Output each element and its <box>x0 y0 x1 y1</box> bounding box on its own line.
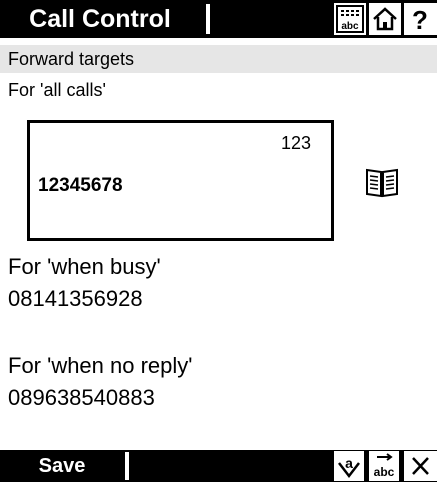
all-calls-label: For 'all calls' <box>8 80 106 100</box>
svg-text:abc: abc <box>341 21 359 32</box>
keyboard-abc-icon[interactable]: abc <box>334 3 366 35</box>
when-busy-label: For 'when busy' <box>8 254 161 279</box>
softkey-bar: Save a abc <box>0 450 437 482</box>
text-edit-icon[interactable]: abc <box>369 451 399 481</box>
close-icon[interactable] <box>404 451 437 481</box>
home-icon[interactable] <box>369 3 401 35</box>
svg-text:a: a <box>345 455 353 471</box>
save-button[interactable]: Save <box>0 450 124 482</box>
input-mode-indicator: 123 <box>280 133 311 153</box>
page-title: Call Control <box>0 0 200 38</box>
all-calls-number-field[interactable]: 123 12345678 <box>27 120 334 241</box>
section-header: Forward targets <box>0 45 437 73</box>
softkey-divider <box>125 452 129 480</box>
mark-icon[interactable]: a <box>334 451 364 481</box>
when-busy-number[interactable]: 08141356928 <box>8 286 143 312</box>
svg-text:abc: abc <box>374 465 395 479</box>
all-calls-number-value: 12345678 <box>38 175 123 196</box>
when-no-reply-label: For 'when no reply' <box>8 353 193 378</box>
when-no-reply-number[interactable]: 089638540883 <box>8 385 155 411</box>
title-divider <box>206 4 210 34</box>
help-icon[interactable]: ? <box>404 3 437 35</box>
help-glyph: ? <box>412 5 428 35</box>
phonebook-icon[interactable] <box>364 164 400 200</box>
title-bar: Call Control abc ? <box>0 0 437 38</box>
